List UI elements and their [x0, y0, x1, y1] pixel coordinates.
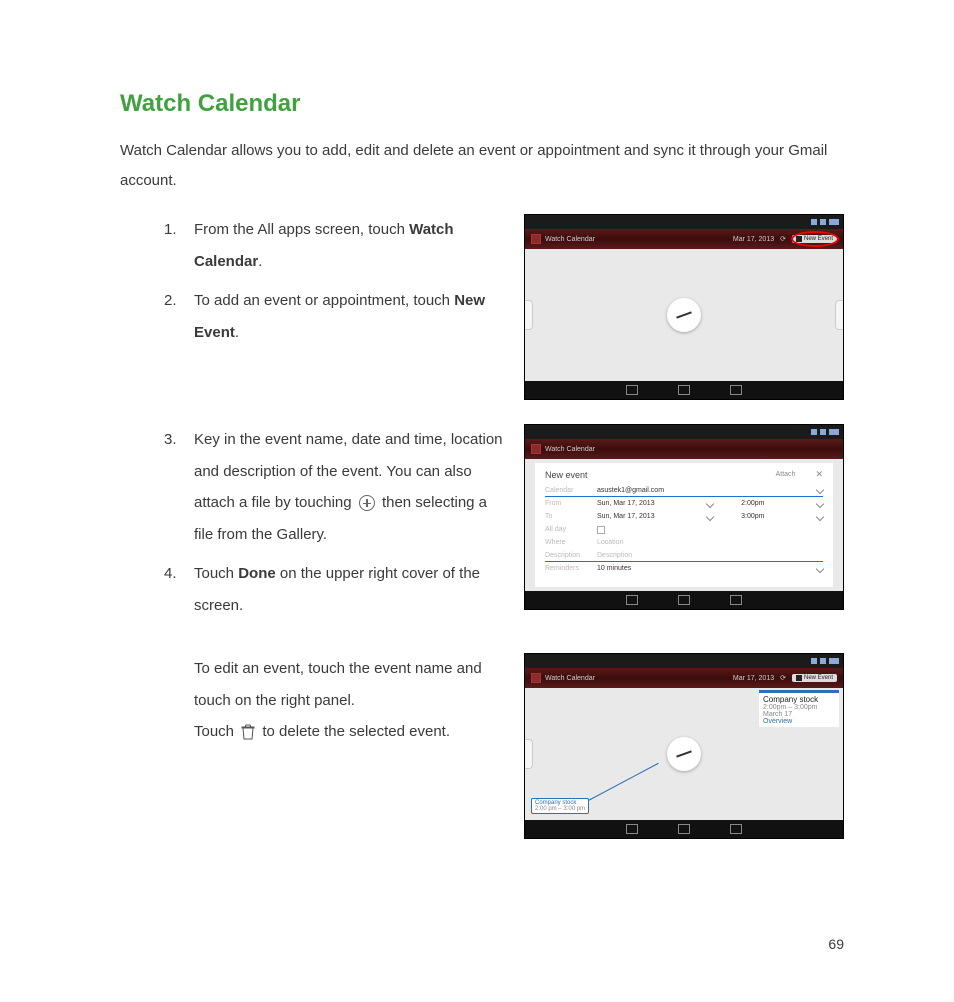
event-tag[interactable]: Company stock 2:00 pm – 3:00 pm [531, 798, 589, 814]
section-title: Watch Calendar [120, 90, 844, 118]
prev-handle[interactable] [525, 739, 533, 769]
calendar-icon [531, 673, 541, 683]
screenshot-2-container: Watch Calendar New event Attach ✕ Calend… [524, 424, 844, 610]
screenshot-calendar-home: Watch Calendar Mar 17, 2013 ⟳ New Event [524, 214, 844, 400]
nav-back-icon[interactable] [626, 385, 638, 395]
intro-paragraph: Watch Calendar allows you to add, edit a… [120, 136, 844, 196]
reminder-select[interactable]: 10 minutes [597, 565, 631, 572]
new-event-button[interactable]: New Event [792, 674, 837, 682]
overview-link[interactable]: Overview [763, 718, 835, 725]
android-statusbar [525, 215, 843, 229]
step-1: 1. From the All apps screen, touch Watch… [164, 214, 504, 277]
row-3: To edit an event, touch the event name a… [120, 653, 844, 839]
nav-home-icon[interactable] [678, 385, 690, 395]
form-title: New event [545, 470, 588, 480]
nav-back-icon[interactable] [626, 595, 638, 605]
attach-button[interactable]: Attach [776, 471, 796, 478]
close-icon[interactable]: ✕ [815, 469, 823, 480]
refresh-icon[interactable]: ⟳ [780, 674, 786, 682]
nav-home-icon[interactable] [678, 824, 690, 834]
app-titlebar: Watch Calendar Mar 17, 2013 ⟳ New Event [525, 229, 843, 249]
row-2: 3. Key in the event name, date and time,… [120, 424, 844, 629]
refresh-icon[interactable]: ⟳ [780, 235, 786, 243]
step-4: 4. Touch Done on the upper right cover o… [164, 558, 504, 621]
to-date[interactable]: Sun, Mar 17, 2013 [597, 513, 655, 520]
watch-face [667, 737, 701, 771]
location-input[interactable]: Location [597, 539, 623, 546]
page-number: 69 [828, 936, 844, 952]
event-form: New event Attach ✕ Calendarasustek1@gmai… [535, 463, 833, 587]
edit-note-line2: Touch to delete the selected event. [194, 716, 504, 748]
trash-icon [241, 724, 255, 740]
event-pointer-line [579, 763, 659, 806]
nav-recent-icon[interactable] [730, 824, 742, 834]
screenshot-1-container: Watch Calendar Mar 17, 2013 ⟳ New Event [524, 214, 844, 400]
screenshot-3-container: Watch Calendar Mar 17, 2013 ⟳ New Event … [524, 653, 844, 839]
nav-recent-icon[interactable] [730, 385, 742, 395]
steps-1-2: 1. From the All apps screen, touch Watch… [120, 214, 504, 356]
document-page: Watch Calendar Watch Calendar allows you… [0, 0, 954, 1002]
calendar-icon [531, 444, 541, 454]
allday-checkbox[interactable] [597, 526, 605, 534]
edit-delete-note: To edit an event, touch the event name a… [120, 653, 504, 748]
edit-note-line1: To edit an event, touch the event name a… [194, 653, 504, 716]
step-3: 3. Key in the event name, date and time,… [164, 424, 504, 550]
steps-3-4: 3. Key in the event name, date and time,… [120, 424, 504, 629]
description-input[interactable]: Description [597, 552, 632, 559]
android-navbar [525, 381, 843, 399]
titlebar-date: Mar 17, 2013 [733, 236, 774, 243]
watch-face [667, 298, 701, 332]
step-2: 2. To add an event or appointment, touch… [164, 285, 504, 348]
calendar-icon [531, 234, 541, 244]
plus-circle-icon [359, 495, 375, 511]
prev-handle[interactable] [525, 300, 533, 330]
nav-back-icon[interactable] [626, 824, 638, 834]
to-time[interactable]: 3:00pm [741, 513, 764, 520]
from-time[interactable]: 2:00pm [741, 500, 764, 507]
next-handle[interactable] [835, 300, 843, 330]
screenshot-event-selected: Watch Calendar Mar 17, 2013 ⟳ New Event … [524, 653, 844, 839]
event-detail-panel[interactable]: Company stock 2:00pm – 3:00pm March 17 O… [759, 690, 839, 727]
from-date[interactable]: Sun, Mar 17, 2013 [597, 500, 655, 507]
nav-recent-icon[interactable] [730, 595, 742, 605]
screenshot-new-event-form: Watch Calendar New event Attach ✕ Calend… [524, 424, 844, 610]
row-1: 1. From the All apps screen, touch Watch… [120, 214, 844, 400]
nav-home-icon[interactable] [678, 595, 690, 605]
calendar-select[interactable]: asustek1@gmail.com [597, 487, 664, 494]
new-event-button[interactable]: New Event [792, 235, 837, 243]
